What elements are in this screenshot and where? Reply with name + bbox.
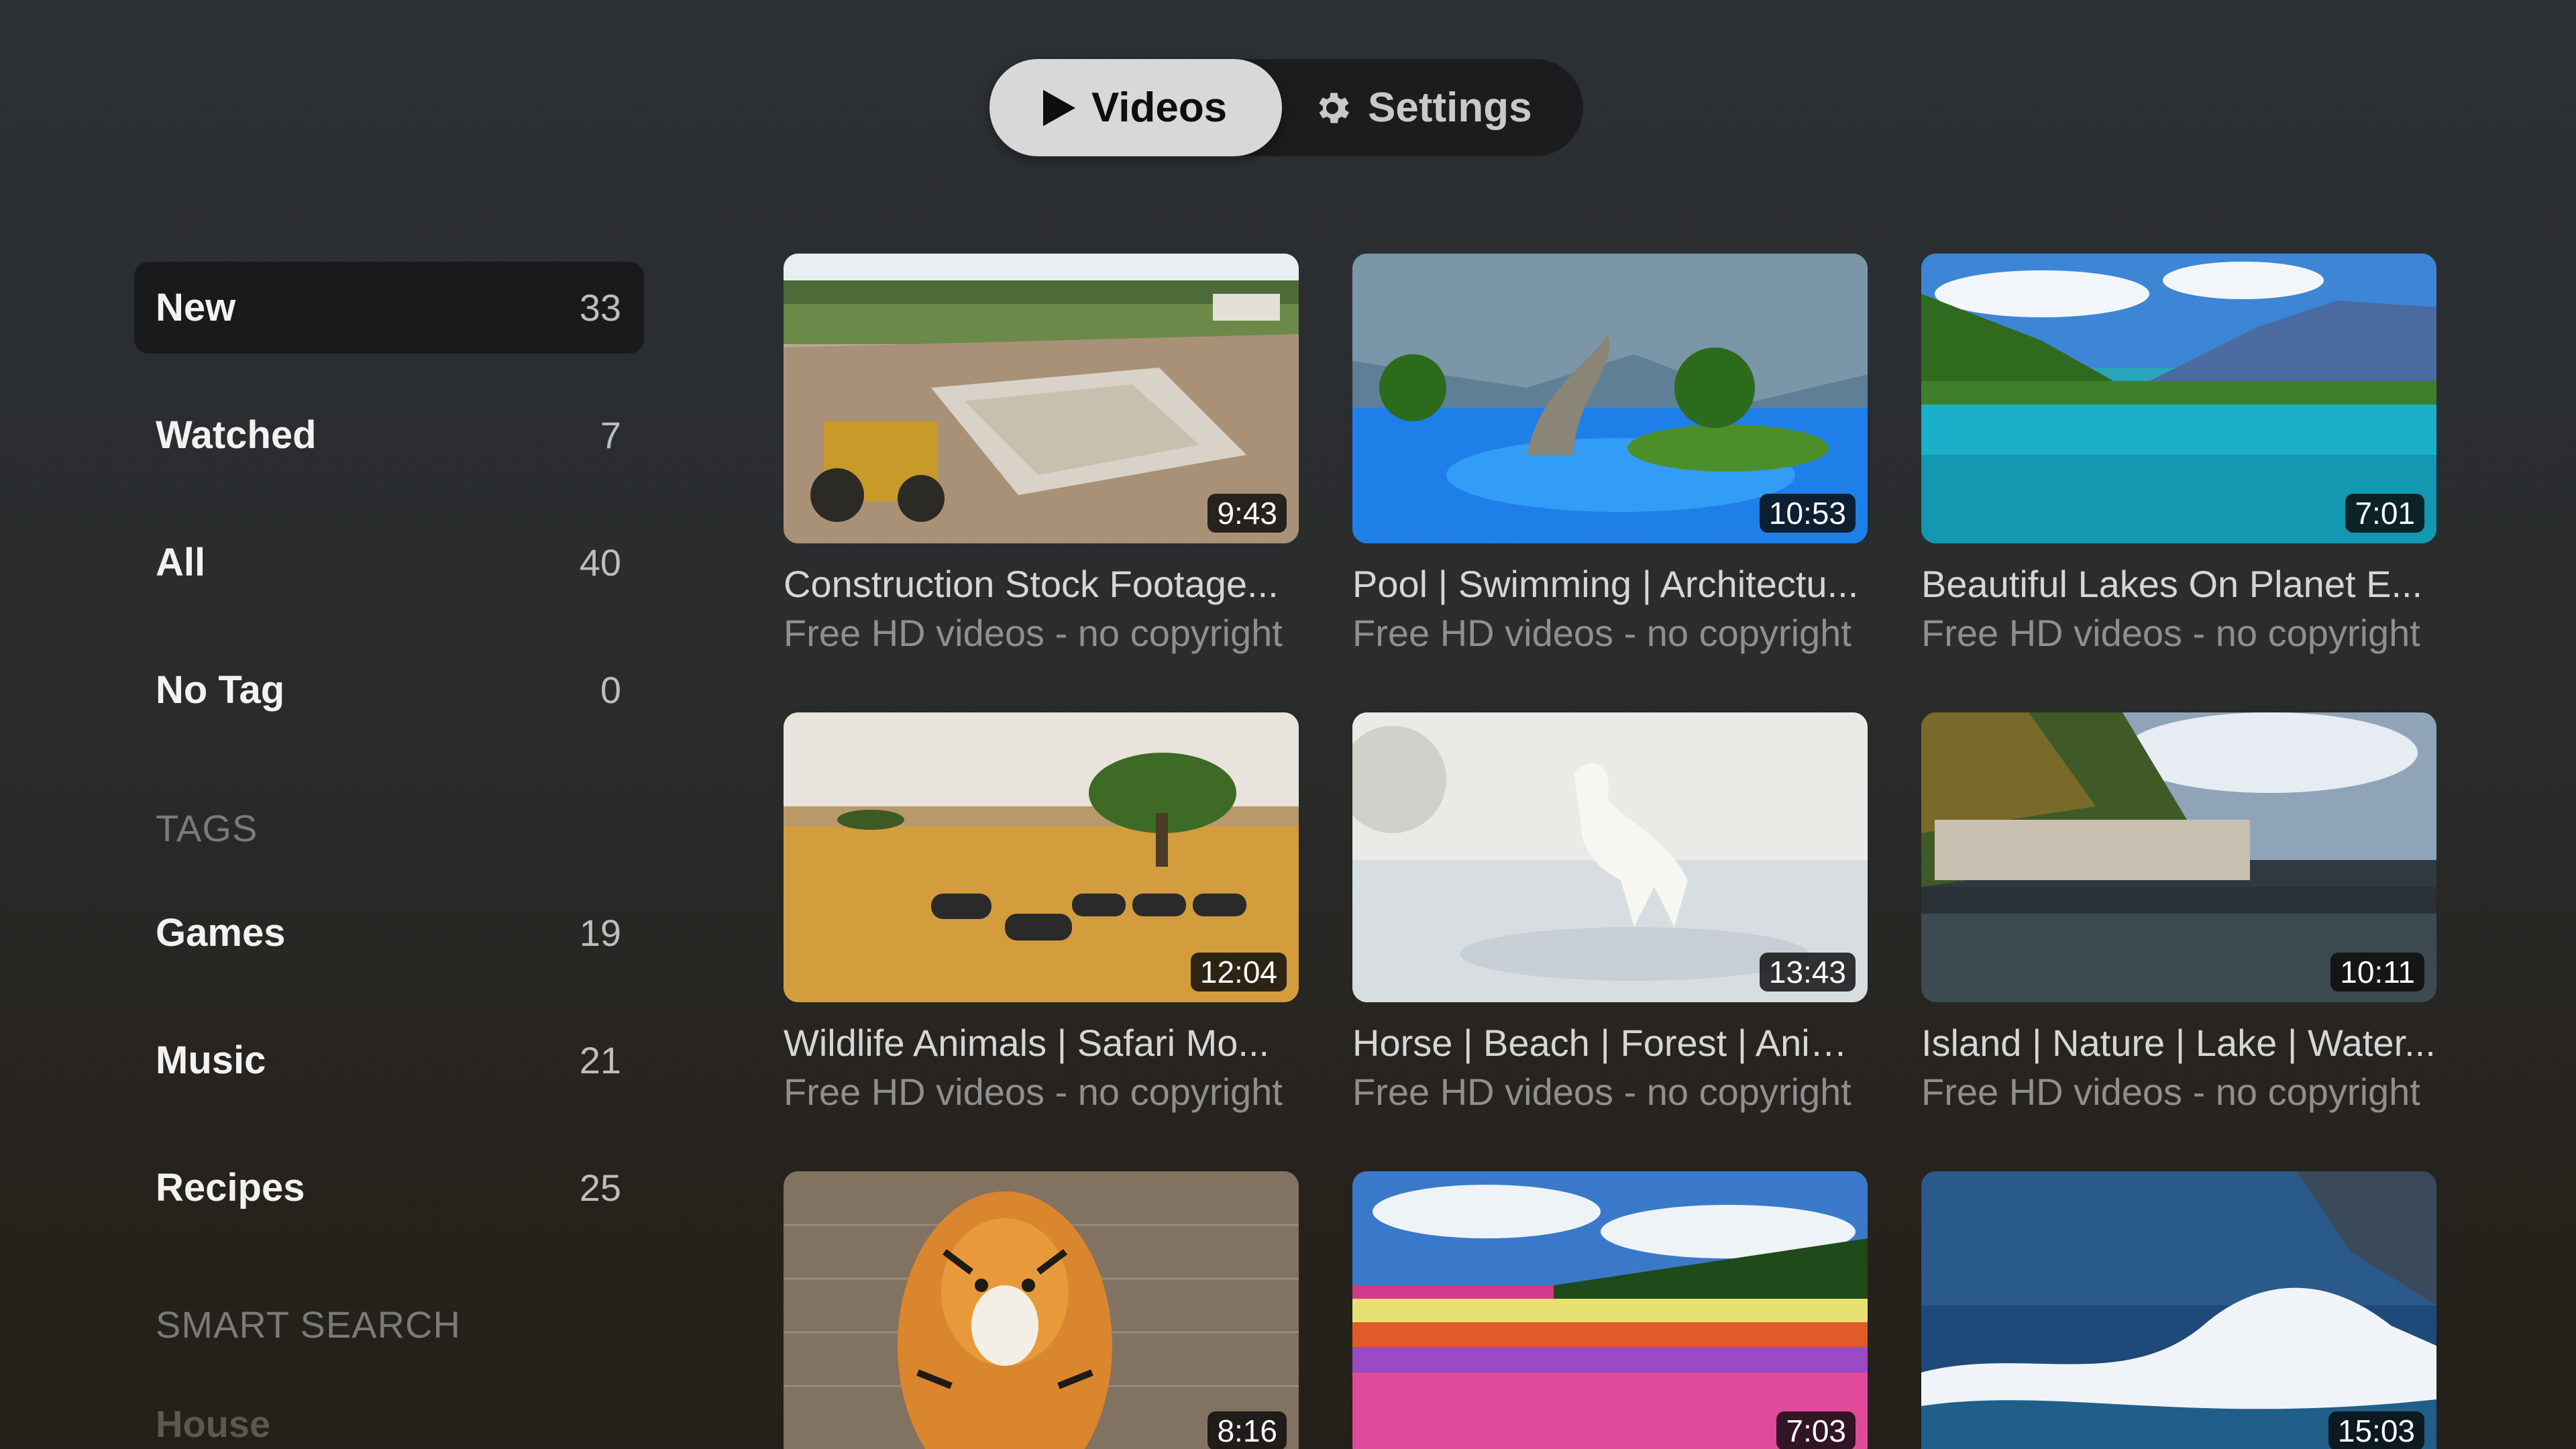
sidebar-item-music[interactable]: Music 21 xyxy=(134,1014,644,1106)
video-duration: 13:43 xyxy=(1759,953,1856,991)
sidebar-item-count: 25 xyxy=(579,1167,621,1209)
video-subtitle: Free HD videos - no copyright xyxy=(1921,1071,2420,1113)
tab-videos-label: Videos xyxy=(1091,85,1228,131)
video-title: Horse | Beach | Forest | Anim... xyxy=(1352,1022,1868,1064)
sidebar-item-label: Games xyxy=(156,911,286,955)
sidebar-item-count: 33 xyxy=(579,286,621,329)
sidebar-item-new[interactable]: New 33 xyxy=(134,262,644,354)
sidebar-item-house[interactable]: House xyxy=(156,1402,270,1446)
play-icon xyxy=(1042,89,1077,127)
video-card[interactable]: 9:43 Construction Stock Footage... Free … xyxy=(784,254,1299,655)
tab-videos[interactable]: Videos xyxy=(989,59,1282,156)
flower-field-thumbnail: 7:03 xyxy=(1352,1171,1868,1449)
sidebar-item-label: No Tag xyxy=(156,668,285,712)
sidebar-item-games[interactable]: Games 19 xyxy=(134,887,644,979)
construction-site-thumbnail: 9:43 xyxy=(784,254,1299,543)
video-card[interactable]: 10:53 Pool | Swimming | Architectu... Fr… xyxy=(1352,254,1868,655)
pool-thumbnail: 10:53 xyxy=(1352,254,1868,543)
tags-heading: TAGS xyxy=(156,807,258,849)
video-card[interactable]: 13:43 Horse | Beach | Forest | Anim... F… xyxy=(1352,712,1868,1114)
sidebar-item-label: Watched xyxy=(156,413,317,457)
video-subtitle: Free HD videos - no copyright xyxy=(1921,612,2420,654)
tab-settings-label: Settings xyxy=(1368,85,1532,131)
sidebar-item-count: 40 xyxy=(579,541,621,584)
tiger-thumbnail: 8:16 xyxy=(784,1171,1299,1449)
lake-thumbnail: 7:01 xyxy=(1921,254,2436,543)
sidebar-item-label: New xyxy=(156,286,236,329)
video-duration: 15:03 xyxy=(2328,1411,2424,1449)
video-duration: 10:11 xyxy=(2330,953,2424,991)
sidebar-item-count: 7 xyxy=(600,414,621,456)
video-duration: 9:43 xyxy=(1208,494,1287,533)
sidebar-item-all[interactable]: All 40 xyxy=(134,517,644,608)
sidebar-item-recipes[interactable]: Recipes 25 xyxy=(134,1142,644,1234)
video-subtitle: Free HD videos - no copyright xyxy=(1352,612,1851,654)
video-title: Beautiful Lakes On Planet E... xyxy=(1921,563,2423,605)
video-duration: 8:16 xyxy=(1208,1411,1287,1449)
island-village-thumbnail: 10:11 xyxy=(1921,712,2436,1002)
ocean-wave-thumbnail: 15:03 xyxy=(1921,1171,2436,1449)
video-card[interactable]: 15:03 xyxy=(1921,1171,2436,1449)
gear-icon xyxy=(1311,87,1353,129)
top-segmented-control: Videos Settings xyxy=(989,59,1583,156)
sidebar-item-label: All xyxy=(156,541,206,584)
video-title: Pool | Swimming | Architectu... xyxy=(1352,563,1859,605)
sidebar-item-no-tag[interactable]: No Tag 0 xyxy=(134,644,644,736)
sidebar-item-count: 19 xyxy=(579,912,621,954)
white-horse-thumbnail: 13:43 xyxy=(1352,712,1868,1002)
sidebar-item-count: 21 xyxy=(579,1039,621,1081)
video-duration: 7:01 xyxy=(2345,494,2424,533)
video-title: Island | Nature | Lake | Water... xyxy=(1921,1022,2436,1064)
video-subtitle: Free HD videos - no copyright xyxy=(784,612,1283,654)
video-subtitle: Free HD videos - no copyright xyxy=(784,1071,1283,1113)
sidebar-item-watched[interactable]: Watched 7 xyxy=(134,389,644,481)
smart-search-heading: SMART SEARCH xyxy=(156,1303,461,1346)
sidebar-item-count: 0 xyxy=(600,669,621,711)
video-duration: 12:04 xyxy=(1190,953,1287,991)
video-title: Wildlife Animals | Safari Mo... xyxy=(784,1022,1270,1064)
tab-settings[interactable]: Settings xyxy=(1311,59,1580,156)
video-card[interactable]: 12:04 Wildlife Animals | Safari Mo... Fr… xyxy=(784,712,1299,1114)
safari-zebras-thumbnail: 12:04 xyxy=(784,712,1299,1002)
video-card[interactable]: 10:11 Island | Nature | Lake | Water... … xyxy=(1921,712,2436,1114)
video-title: Construction Stock Footage... xyxy=(784,563,1279,605)
sidebar-item-label: Recipes xyxy=(156,1166,305,1210)
video-duration: 7:03 xyxy=(1776,1411,1856,1449)
video-duration: 10:53 xyxy=(1759,494,1856,533)
video-subtitle: Free HD videos - no copyright xyxy=(1352,1071,1851,1113)
video-card[interactable]: 7:01 Beautiful Lakes On Planet E... Free… xyxy=(1921,254,2436,655)
video-card[interactable]: 8:16 xyxy=(784,1171,1299,1449)
sidebar-item-label: Music xyxy=(156,1038,266,1082)
video-card[interactable]: 7:03 xyxy=(1352,1171,1868,1449)
